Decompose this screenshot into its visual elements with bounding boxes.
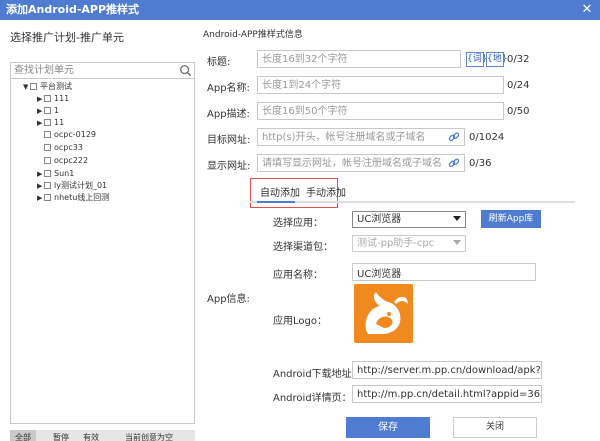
tab-underline [250,201,575,203]
expand-right-icon[interactable]: ▶ [37,168,44,180]
display-url-input[interactable] [258,155,446,171]
filter-tabs: 全部 暂停 有效 当前创意为空 [10,430,195,441]
tree-checkbox[interactable] [44,131,51,138]
link-icon[interactable] [448,157,460,169]
tree-checkbox[interactable] [44,170,51,177]
tree-node[interactable]: ocpc222 [44,155,88,167]
app-select[interactable]: UC浏览器 [352,211,466,228]
tree-node[interactable]: ▼ 平台测试 [23,81,72,93]
display-url-counter: 0/36 [469,158,492,169]
tree-checkbox[interactable] [44,182,51,189]
plan-unit-tree: ▼ 平台测试 ▶ 111 ▶ 1 ▶ 11 ocpc-0129 ocpc33 ocpc2… [10,79,195,424]
insert-keyword-button[interactable]: {词} [466,52,487,67]
appdesc-input[interactable] [258,103,503,119]
android-detail-input[interactable] [353,386,541,402]
android-download-input[interactable] [353,362,541,378]
expand-right-icon[interactable]: ▶ [37,93,44,105]
refresh-app-library-button[interactable]: 刷新App库 [481,210,541,228]
filter-tab-empty[interactable]: 当前创意为空 [118,430,180,441]
uc-browser-logo [354,284,413,343]
tree-node[interactable]: ▶ 11 [37,117,64,129]
app-logo-label: 应用Logo： [273,316,327,327]
tree-checkbox[interactable] [44,157,51,164]
app-select-value: UC浏览器 [357,214,402,225]
window-titlebar: 添加Android-APP推样式 ✕ [0,0,600,20]
filter-tab-active[interactable]: 有效 [78,430,104,441]
channel-select-value: 测试-pp助手-cpc [357,238,435,249]
expand-right-icon[interactable]: ▶ [37,180,44,192]
tab-manual-add[interactable]: 手动添加 [306,184,346,199]
app-name-field [352,263,536,281]
display-url-label: 显示网址: [207,161,251,172]
section-title: Android-APP推样式信息 [203,30,303,40]
tree-checkbox[interactable] [44,194,51,201]
left-panel: 选择推广计划-推广单元 ▼平台测试 ▶111 ▶1 ▶11 ocpc-0129 … [0,20,200,441]
select-channel-label: 选择渠道包： [273,242,333,253]
squirrel-logo-icon [365,292,408,334]
search-box [10,62,195,79]
tree-checkbox[interactable] [44,119,51,126]
tree-node[interactable]: ▶ Sun1 [37,168,74,180]
title-input[interactable] [258,51,460,67]
tree-checkbox[interactable] [30,83,37,90]
tree-checkbox[interactable] [44,144,51,151]
title-counter: 0/32 [507,54,530,65]
chevron-down-icon [453,240,461,245]
appdesc-counter: 0/50 [507,106,530,117]
title-field [257,50,461,68]
app-info-label: App信息: [207,294,250,305]
save-button[interactable]: 保存 [346,417,430,438]
target-url-input[interactable] [258,129,446,145]
title-label: 标题: [207,57,231,68]
appname-counter: 0/24 [507,80,530,91]
form-panel: Android-APP推样式信息 标题: {词} {地} 0/32 App名称:… [200,20,600,441]
app-name-label: 应用名称： [273,270,323,281]
close-icon[interactable]: ✕ [580,0,594,20]
android-download-field [352,361,542,379]
expand-right-icon[interactable]: ▶ [37,192,44,204]
app-name-input[interactable] [353,264,535,280]
tree-node[interactable]: ▶ 1 [37,105,59,117]
tree-node[interactable]: ocpc-0129 [44,129,96,141]
left-panel-title: 选择推广计划-推广单元 [10,31,124,44]
display-url-field [257,154,465,172]
android-download-label: Android下载地址： [273,369,362,380]
channel-select[interactable]: 测试-pp助手-cpc [352,235,466,252]
target-url-counter: 0/1024 [469,132,505,143]
tree-checkbox[interactable] [44,95,51,102]
select-app-label: 选择应用： [273,218,323,229]
android-detail-field [352,385,542,403]
tree-node[interactable]: ▶ nhetu线上回测 [37,192,109,204]
appname-input[interactable] [258,77,503,93]
appdesc-field [257,102,504,120]
expand-right-icon[interactable]: ▶ [37,117,44,129]
close-button[interactable]: 关闭 [453,417,537,438]
appname-field [257,76,504,94]
android-detail-label: Android详情页： [273,393,352,404]
target-url-label: 目标网址: [207,135,251,146]
search-icon[interactable] [179,64,192,77]
tree-node[interactable]: ▶ ly测试计划_01 [37,180,107,192]
insert-region-button[interactable]: {地} [486,52,507,67]
filter-tab-paused[interactable]: 暂停 [48,430,74,441]
expand-down-icon[interactable]: ▼ [23,81,30,93]
tab-auto-add[interactable]: 自动添加 [260,184,300,199]
tree-node[interactable]: ocpc33 [44,142,83,154]
appname-label: App名称: [207,83,250,94]
window-title: 添加Android-APP推样式 [6,3,140,16]
tree-node[interactable]: ▶ 111 [37,93,69,105]
expand-right-icon[interactable]: ▶ [37,105,44,117]
appdesc-label: App描述: [207,109,250,120]
tab-active-indicator [257,201,295,203]
filter-tab-all[interactable]: 全部 [10,430,36,441]
search-input[interactable] [11,63,173,78]
link-icon[interactable] [448,131,460,143]
target-url-field [257,128,465,146]
tree-checkbox[interactable] [44,107,51,114]
chevron-down-icon [453,216,461,221]
